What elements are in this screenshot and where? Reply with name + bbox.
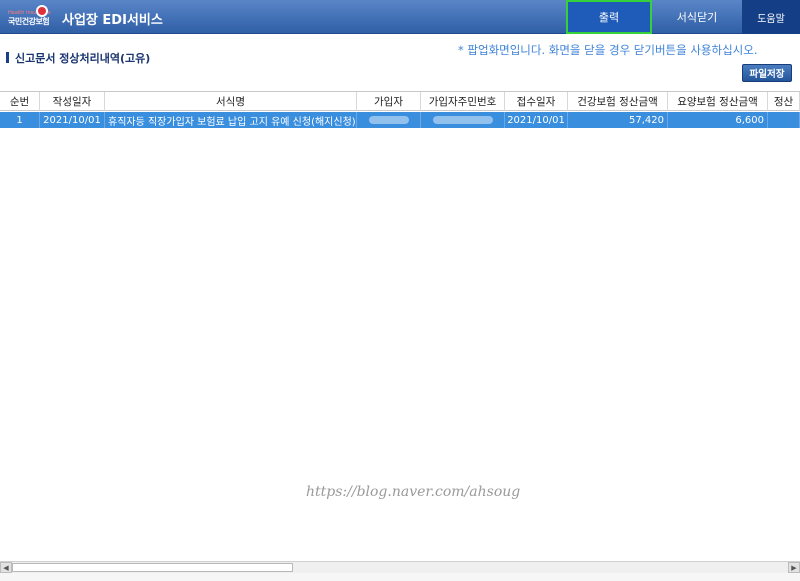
cell-subscriber[interactable]	[357, 112, 421, 128]
arrow-right-icon[interactable]: ▶	[788, 562, 800, 573]
column-header-form-name[interactable]: 서식명	[105, 92, 357, 111]
column-header-health-amount[interactable]: 건강보험 정산금액	[568, 92, 668, 111]
cell-health-amount[interactable]: 57,420	[568, 112, 668, 128]
grid-header: 순번 작성일자 서식명 가입자 가입자주민번호 접수일자 건강보험 정산금액 요…	[0, 92, 800, 111]
top-bar: Health Insurance 국민건강보험 사업장 EDI서비스 출력 서식…	[0, 0, 800, 34]
column-header-resident-no[interactable]: 가입자주민번호	[421, 92, 505, 111]
nhis-logo: Health Insurance 국민건강보험	[8, 5, 52, 29]
help-button[interactable]: 도움말	[742, 0, 800, 34]
save-file-button[interactable]: 파일저장	[742, 64, 792, 82]
cell-form-name[interactable]: 휴직자등 직장가입자 보험료 납입 고지 유예 신청(해지신청)	[105, 112, 357, 128]
column-header-care-amount[interactable]: 요양보험 정산금액	[668, 92, 768, 111]
popup-notice: * 팝업화면입니다. 화면을 닫을 경우 닫기버튼을 사용하십시오.	[458, 43, 758, 57]
print-button[interactable]: 출력	[566, 0, 652, 34]
title-bar-icon	[6, 52, 9, 63]
scrollbar-thumb[interactable]	[12, 563, 293, 572]
logo-text: 국민건강보험	[8, 17, 50, 26]
column-header-subscriber[interactable]: 가입자	[357, 92, 421, 111]
redacted-resident-no	[432, 116, 493, 124]
cell-no[interactable]: 1	[0, 112, 40, 128]
horizontal-scrollbar[interactable]: ◀ ▶	[0, 561, 800, 573]
app-title: 사업장 EDI서비스	[62, 13, 163, 28]
window-footer	[0, 573, 800, 581]
close-form-button[interactable]: 서식닫기	[654, 0, 740, 34]
column-header-no[interactable]: 순번	[0, 92, 40, 111]
cell-care-amount[interactable]: 6,600	[668, 112, 768, 128]
arrow-left-icon[interactable]: ◀	[0, 562, 12, 573]
column-header-written-date[interactable]: 작성일자	[40, 92, 105, 111]
blog-watermark: https://blog.naver.com/ahsoug	[306, 484, 521, 500]
cell-settlement[interactable]	[768, 112, 800, 128]
section-title-text: 신고문서 정상처리내역(고유)	[15, 52, 151, 65]
table-row[interactable]: 1 2021/10/01 휴직자등 직장가입자 보험료 납입 고지 유예 신청(…	[0, 112, 800, 128]
column-header-settlement[interactable]: 정산	[768, 92, 800, 111]
cell-resident-no[interactable]	[421, 112, 505, 128]
redacted-subscriber	[368, 116, 409, 124]
column-header-receipt-date[interactable]: 접수일자	[505, 92, 568, 111]
section-title: 신고문서 정상처리내역(고유)	[6, 50, 150, 66]
cell-receipt-date[interactable]: 2021/10/01	[505, 112, 568, 128]
cell-written-date[interactable]: 2021/10/01	[40, 112, 105, 128]
